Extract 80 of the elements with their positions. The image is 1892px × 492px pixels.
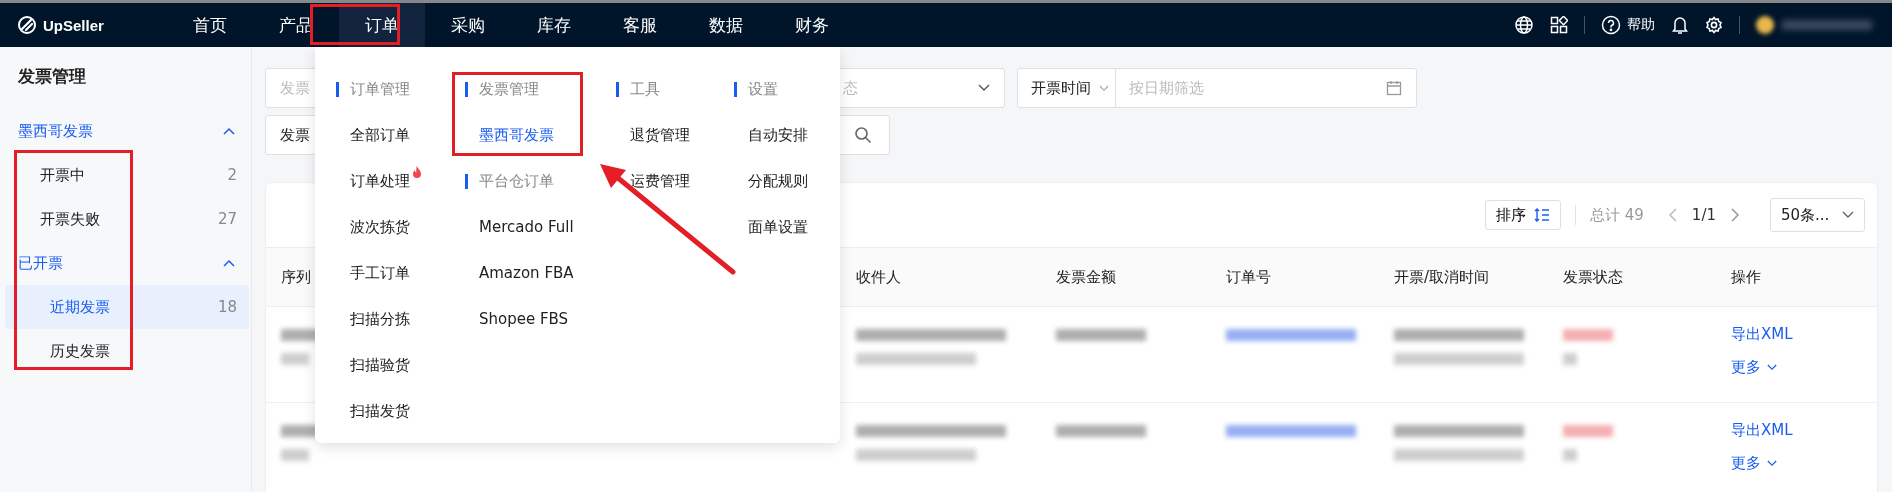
blurred-text [1563, 449, 1577, 461]
blurred-status [1563, 425, 1613, 437]
menu-item[interactable]: 扫描分拣 [350, 296, 410, 342]
help-link[interactable]: 帮助 [1627, 16, 1655, 34]
blurred-text [281, 449, 309, 461]
column-header: 收件人 [856, 267, 901, 287]
menu-item[interactable]: 运费管理 [630, 158, 690, 204]
sidebar-item-label: 近期发票 [50, 297, 110, 317]
page-size-select[interactable]: 50条... [1770, 198, 1865, 232]
logo-text: UpSeller [43, 16, 104, 34]
column-header: 订单号 [1226, 267, 1271, 287]
nav-tab[interactable]: 首页 [167, 3, 253, 47]
bell-icon[interactable] [1671, 15, 1689, 35]
item-count: 27 [217, 210, 237, 228]
search-icon [853, 126, 872, 144]
menu-item[interactable]: 面单设置 [748, 204, 808, 250]
nav-tab[interactable]: 财务 [769, 3, 855, 47]
menu-item[interactable]: Shopee FBS [479, 296, 569, 342]
column-header: 开票/取消时间 [1394, 267, 1490, 287]
avatar[interactable] [1756, 16, 1774, 34]
sidebar-group[interactable]: 墨西哥发票 [0, 109, 251, 153]
chevron-down-icon [1767, 460, 1777, 467]
apps-grid-icon[interactable] [1550, 16, 1568, 34]
menu-section-title: 平台仓订单 [465, 158, 630, 204]
chevron-down-icon [1099, 84, 1109, 92]
sort-button[interactable]: 排序 [1485, 200, 1561, 230]
menu-item[interactable]: 波次拣货 [350, 204, 410, 250]
item-count: 18 [217, 298, 237, 316]
export-xml-link[interactable]: 导出XML [1731, 421, 1793, 440]
menu-item[interactable]: 自动安排 [748, 112, 808, 158]
menu-item[interactable]: 订单处理 [350, 158, 410, 204]
blurred-status [1563, 329, 1613, 341]
date-type-select[interactable]: 开票时间 [1018, 69, 1116, 107]
menu-item[interactable]: 扫描验货 [350, 342, 410, 388]
chevron-down-icon [1842, 211, 1854, 219]
item-count: 2 [227, 166, 237, 184]
sort-icon [1534, 208, 1550, 222]
menu-item[interactable]: 手工订单 [350, 250, 410, 296]
total-count: 总计 49 [1590, 205, 1644, 225]
menu-item[interactable]: 扫描发货 [350, 388, 410, 434]
sidebar-item-label: 历史发票 [50, 341, 110, 361]
sidebar-item-label: 开票中 [40, 165, 85, 185]
calendar-icon [1386, 80, 1402, 96]
sidebar-title: 发票管理 [17, 65, 87, 88]
globe-icon[interactable] [1514, 15, 1534, 35]
sidebar-item[interactable]: 近期发票 18 [5, 285, 249, 329]
menu-item[interactable]: 墨西哥发票 [479, 112, 554, 158]
menu-item[interactable]: 退货管理 [630, 112, 690, 158]
menu-item[interactable]: Amazon FBA [479, 250, 574, 296]
chevron-icon [223, 259, 235, 267]
more-dropdown[interactable]: 更多 [1731, 358, 1777, 377]
column-header: 发票金额 [1056, 267, 1116, 287]
next-page-icon[interactable] [1730, 208, 1740, 222]
export-xml-link[interactable]: 导出XML [1731, 325, 1793, 344]
blurred-text [1563, 353, 1577, 365]
nav-tab[interactable]: 采购 [425, 3, 511, 47]
sidebar-item-label: 开票失败 [40, 209, 100, 229]
nav-tab[interactable]: 数据 [683, 3, 769, 47]
menu-item[interactable]: 全部订单 [350, 112, 410, 158]
nav-tab[interactable]: 订单 [339, 3, 425, 47]
sidebar-item[interactable]: 开票失败 27 [5, 197, 249, 241]
sidebar-group[interactable]: 已开票 [0, 241, 251, 285]
more-dropdown[interactable]: 更多 [1731, 454, 1777, 473]
column-header: 操作 [1731, 267, 1761, 287]
column-header: 序列 [281, 267, 311, 287]
logo-icon [17, 15, 37, 35]
sidebar-item[interactable]: 历史发票 [5, 329, 249, 373]
nav-tab[interactable]: 库存 [511, 3, 597, 47]
nav-tab[interactable]: 客服 [597, 3, 683, 47]
chevron-down-icon [1767, 364, 1777, 371]
help-icon[interactable] [1601, 15, 1621, 35]
menu-item[interactable]: Mercado Full [479, 204, 574, 250]
blurred-text [281, 353, 309, 365]
settings-icon[interactable] [1705, 16, 1723, 34]
column-header: 发票状态 [1563, 267, 1623, 287]
chevron-down-icon [978, 84, 990, 92]
chevron-icon [223, 127, 235, 135]
page-indicator: 1/1 [1691, 206, 1716, 224]
sidebar-item[interactable]: 开票中 2 [5, 153, 249, 197]
menu-item[interactable]: 分配规则 [748, 158, 808, 204]
